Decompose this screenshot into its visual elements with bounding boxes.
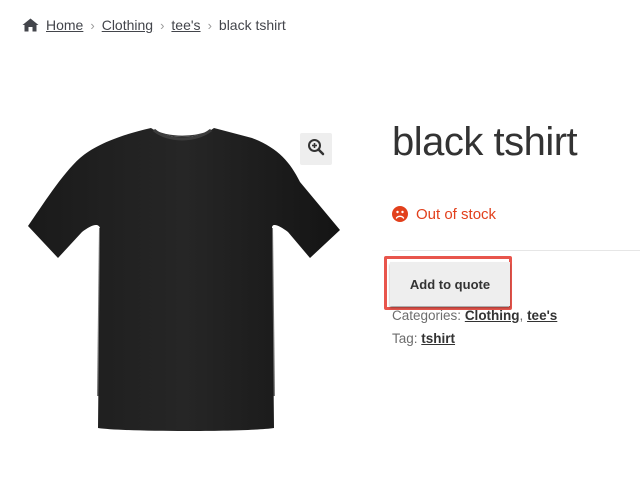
categories-label: Categories: bbox=[392, 308, 462, 323]
tag-link-tshirt[interactable]: tshirt bbox=[421, 331, 455, 346]
product-title: black tshirt bbox=[392, 120, 578, 164]
sad-face-icon bbox=[392, 206, 408, 222]
breadcrumb-separator: › bbox=[207, 17, 212, 33]
zoom-in-icon bbox=[307, 138, 325, 161]
divider bbox=[392, 250, 640, 251]
home-icon[interactable] bbox=[22, 18, 39, 32]
product-gallery bbox=[20, 120, 340, 440]
product-tags: Tag: tshirt bbox=[392, 331, 455, 346]
stock-status-label: Out of stock bbox=[416, 205, 497, 223]
stock-status: Out of stock bbox=[392, 204, 496, 224]
breadcrumb-separator: › bbox=[90, 17, 95, 33]
product-image[interactable] bbox=[28, 126, 340, 432]
category-link-clothing[interactable]: Clothing bbox=[465, 308, 520, 323]
breadcrumb: Home › Clothing › tee's › black tshirt bbox=[22, 15, 286, 35]
breadcrumb-link-tees[interactable]: tee's bbox=[171, 17, 200, 33]
zoom-button[interactable] bbox=[300, 133, 332, 165]
category-link-tees[interactable]: tee's bbox=[527, 308, 557, 323]
breadcrumb-separator: › bbox=[160, 17, 165, 33]
add-to-quote-button[interactable]: Add to quote bbox=[390, 262, 510, 306]
product-categories: Categories: Clothing, tee's bbox=[392, 308, 558, 323]
breadcrumb-link-clothing[interactable]: Clothing bbox=[102, 17, 153, 33]
breadcrumb-current: black tshirt bbox=[218, 17, 286, 33]
breadcrumb-link-home[interactable]: Home bbox=[46, 17, 83, 33]
tag-label: Tag: bbox=[392, 331, 418, 346]
